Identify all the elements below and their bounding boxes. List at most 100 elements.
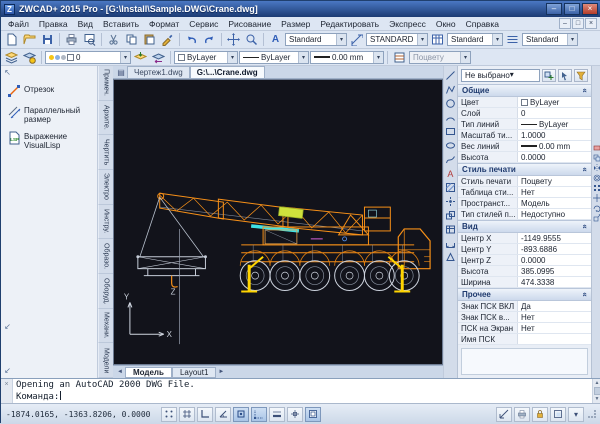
child-restore-button[interactable]: □ [572,18,584,29]
text-style-button[interactable]: A [267,32,284,47]
section-plot-style[interactable]: Стиль печати« [458,163,591,176]
property-value[interactable]: -893.6886 [518,244,591,254]
palette-tab-equipment[interactable]: Оборуд. [98,274,113,309]
palette-properties-button[interactable]: ↙ [2,321,13,332]
mline-style-select[interactable]: Standard▾ [522,33,578,46]
offset-tool-button[interactable] [593,174,600,182]
new-file-button[interactable] [3,32,20,47]
mline-style-button[interactable] [504,32,521,47]
close-button[interactable]: × [582,3,598,15]
dim-style-select[interactable]: STANDARD▾ [366,33,428,46]
property-value[interactable]: Модель [518,198,591,208]
menu-edit[interactable]: Правка [34,19,73,29]
redo-button[interactable] [201,32,218,47]
menu-help[interactable]: Справка [461,19,504,29]
property-value[interactable]: 385.0995 [518,266,591,276]
menu-format[interactable]: Формат [144,19,184,29]
maximize-button[interactable]: □ [564,3,580,15]
property-value[interactable]: -1149.9555 [518,233,591,243]
undo-button[interactable] [183,32,200,47]
menu-draw[interactable]: Рисование [223,19,276,29]
polar-toggle[interactable] [215,407,231,422]
toolbar-lock-button[interactable] [532,407,548,422]
pan-button[interactable] [225,32,242,47]
drawing-canvas[interactable]: Z [113,79,443,365]
section-view[interactable]: Вид« [458,220,591,233]
plot-button[interactable] [63,32,80,47]
menu-insert[interactable]: Вставить [98,19,144,29]
array-tool-button[interactable] [593,184,600,192]
paste-button[interactable] [141,32,158,47]
property-value[interactable]: 0 [518,108,591,118]
property-value[interactable]: ByLayer [518,119,591,129]
ortho-toggle[interactable] [197,407,213,422]
move-tool-button[interactable] [593,194,600,202]
arc-tool-button[interactable] [444,111,457,124]
menu-window[interactable]: Окно [431,19,461,29]
table-tool-button[interactable] [444,223,457,236]
quick-select-button[interactable] [574,69,588,82]
annotation-scale-button[interactable] [496,407,512,422]
previous-layer-button[interactable] [150,50,167,65]
match-properties-button[interactable] [159,32,176,47]
child-minimize-button[interactable]: – [559,18,571,29]
property-value[interactable]: ByLayer [518,97,591,107]
property-value[interactable]: Поцвету [518,176,591,186]
select-objects-button[interactable] [558,69,572,82]
doc-tab-drawing1[interactable]: Чертеж1.dwg [127,66,190,78]
property-value[interactable]: Нет [518,187,591,197]
property-value[interactable]: 474.3338 [518,277,591,287]
rectangle-tool-button[interactable] [444,125,457,138]
palette-tab-modeling[interactable]: Модели [98,343,113,378]
layer-manager-button[interactable] [3,50,20,65]
hatch-tool-button[interactable] [444,181,457,194]
palette-tab-instrument[interactable]: Инстру. [98,205,113,240]
menu-tools[interactable]: Сервис [184,19,223,29]
dimension-tool-button[interactable] [444,237,457,250]
palette-item-visuallisp[interactable]: LSP Выражение VisualLisp [1,127,97,153]
palette-item-line[interactable]: Отрезок [1,80,97,101]
save-button[interactable] [39,32,56,47]
polyline-tool-button[interactable] [444,83,457,96]
layout-tab-prev-icon[interactable]: ◄ [115,369,125,375]
property-value[interactable]: Недоступно [518,209,591,219]
etrack-toggle[interactable] [251,407,267,422]
text-style-select[interactable]: Standard▾ [285,33,347,46]
menu-file[interactable]: Файл [3,19,34,29]
model-space-toggle[interactable] [305,407,321,422]
menu-view[interactable]: Вид [73,19,98,29]
zoom-button[interactable] [243,32,260,47]
doc-tab-crane[interactable]: G:\...\Crane.dwg [190,66,265,78]
table-style-button[interactable] [429,32,446,47]
property-value[interactable]: 0.0000 [518,152,591,162]
scroll-up-icon[interactable]: ▲ [595,380,600,386]
property-value[interactable]: Да [518,301,591,311]
minimize-button[interactable]: – [546,3,562,15]
property-value[interactable] [518,334,591,344]
lwt-toggle[interactable] [269,407,285,422]
dim-style-button[interactable] [348,32,365,47]
grid-toggle[interactable] [179,407,195,422]
scrollbar-thumb[interactable] [594,387,600,395]
line-tool-button[interactable] [444,69,457,82]
color-select[interactable]: ByLayer▾ [174,51,238,64]
open-file-button[interactable] [21,32,38,47]
linetype-select[interactable]: ByLayer▾ [239,51,309,64]
palette-tab-architectural[interactable]: Архите. [98,101,113,136]
model-tab[interactable]: Модель [125,367,172,378]
palette-tab-mechanical[interactable]: Механи. [98,309,113,344]
property-value[interactable]: 0.00 mm [518,141,591,151]
cut-button[interactable] [105,32,122,47]
clean-screen-button[interactable] [550,407,566,422]
menu-modify[interactable]: Редактировать [315,19,384,29]
palette-scroll-up-button[interactable]: ↖ [2,67,13,78]
palette-tab-annotation[interactable]: Примеч. [98,66,113,101]
menu-express[interactable]: Экспресс [384,19,431,29]
mirror-tool-button[interactable] [593,164,600,172]
palette-tab-electrical[interactable]: Электро [98,170,113,205]
command-close-icon[interactable]: × [4,381,8,388]
palette-scroll-down-button[interactable]: ↙ [2,365,13,376]
copy-tool-button[interactable] [593,154,600,162]
palette-tab-hatches[interactable]: Образо. [98,239,113,274]
erase-tool-button[interactable] [593,144,600,152]
